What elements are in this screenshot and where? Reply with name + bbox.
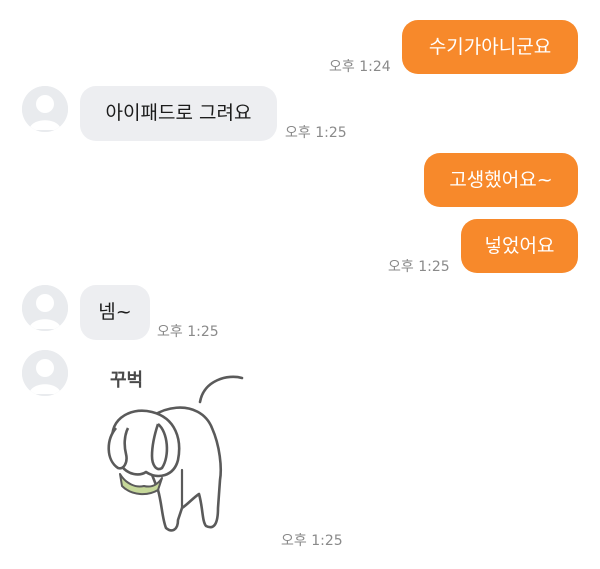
message-time: 오후 1:25 (388, 259, 450, 275)
incoming-message-bubble[interactable]: 넴~ (80, 285, 150, 340)
incoming-message-bubble[interactable]: 아이패드로 그려요 (80, 86, 277, 141)
avatar[interactable] (22, 350, 68, 396)
message-time: 오후 1:25 (285, 125, 347, 141)
outgoing-message-bubble[interactable]: 고생했어요~ (424, 153, 578, 207)
bowing-dog-sticker[interactable]: 꾸벅 (96, 358, 256, 538)
default-profile-icon (22, 86, 68, 132)
message-time: 오후 1:24 (329, 59, 391, 75)
outgoing-message-bubble[interactable]: 넣었어요 (461, 219, 578, 273)
message-time: 오후 1:25 (281, 533, 343, 549)
message-time: 오후 1:25 (157, 324, 219, 340)
avatar[interactable] (22, 285, 68, 331)
default-profile-icon (22, 350, 68, 396)
sticker-caption: 꾸벅 (110, 370, 143, 391)
default-profile-icon (22, 285, 68, 331)
avatar[interactable] (22, 86, 68, 132)
outgoing-message-bubble[interactable]: 수기가아니군요 (402, 20, 578, 74)
